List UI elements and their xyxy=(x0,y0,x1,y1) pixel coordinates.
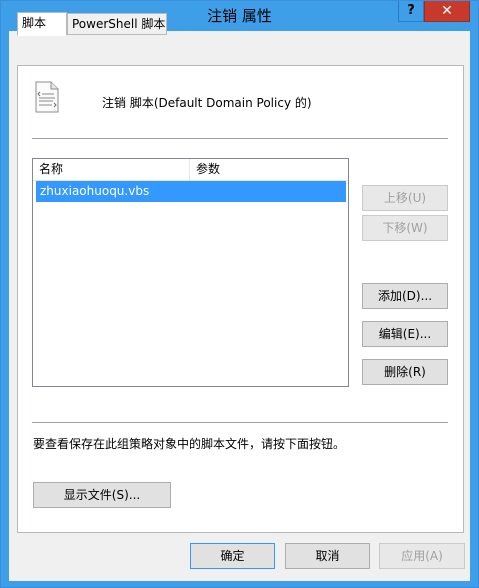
list-item-name: zhuxiaohuoqu.vbs xyxy=(40,184,150,198)
cancel-button[interactable]: 取消 xyxy=(285,543,370,569)
move-up-button[interactable]: 上移(U) xyxy=(362,185,448,211)
column-header-name[interactable]: 名称 xyxy=(33,159,190,180)
list-item[interactable]: zhuxiaohuoqu.vbs xyxy=(36,181,346,202)
ok-button[interactable]: 确定 xyxy=(190,543,275,569)
properties-dialog: 注销 属性 ? ✕ PowerShell 脚本 脚本 注销 脚本(Default… xyxy=(0,0,479,588)
script-file-icon xyxy=(35,81,59,113)
show-files-note: 要查看保存在此组策略对象中的脚本文件，请按下面按钮。 xyxy=(33,437,346,451)
scripts-heading: 注销 脚本(Default Domain Policy 的) xyxy=(102,96,312,110)
divider-bottom xyxy=(32,422,448,424)
add-button[interactable]: 添加(D)... xyxy=(362,283,448,309)
list-header: 名称 参数 xyxy=(33,159,348,181)
help-button[interactable]: ? xyxy=(398,1,424,22)
column-header-parameters[interactable]: 参数 xyxy=(190,159,348,180)
divider-top xyxy=(32,138,448,140)
close-button[interactable]: ✕ xyxy=(424,1,470,22)
window-frame-right xyxy=(470,31,478,587)
move-down-button[interactable]: 下移(W) xyxy=(362,215,448,241)
tab-scripts[interactable]: 脚本 xyxy=(17,12,67,36)
remove-button[interactable]: 删除(R) xyxy=(362,359,448,385)
edit-button[interactable]: 编辑(E)... xyxy=(362,321,448,347)
tab-powershell-scripts[interactable]: PowerShell 脚本 xyxy=(67,13,167,35)
window-frame-left xyxy=(1,31,9,587)
apply-button[interactable]: 应用(A) xyxy=(379,543,465,569)
show-files-button[interactable]: 显示文件(S)... xyxy=(33,482,171,508)
scripts-list[interactable]: 名称 参数 zhuxiaohuoqu.vbs xyxy=(32,158,349,387)
